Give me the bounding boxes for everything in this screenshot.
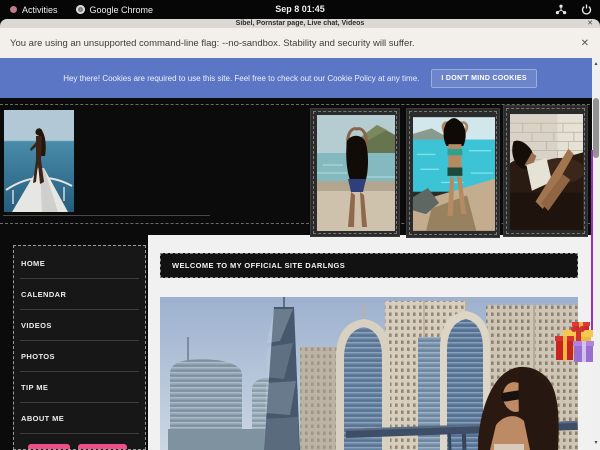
scrollbar-thumb[interactable] <box>593 98 599 158</box>
scrollbar[interactable]: ▴ ▾ <box>592 58 600 450</box>
sidebar-item-photos[interactable]: PHOTOS <box>20 341 139 372</box>
screen: Activities Google Chrome Sep 8 01:45 Sib… <box>0 0 600 450</box>
banner-photo-1[interactable] <box>310 108 400 237</box>
banner-photo-3[interactable] <box>503 105 588 237</box>
banner-divider <box>3 215 210 216</box>
clock[interactable]: Sep 8 01:45 <box>0 0 600 19</box>
sidebar-item-videos[interactable]: VIDEOS <box>20 310 139 341</box>
window-titlebar[interactable]: Sibel, Pornstar page, Live chat, Videos … <box>0 19 600 28</box>
join-button[interactable]: Join Me <box>78 444 127 450</box>
warning-message: You are using an unsupported command-lin… <box>10 38 415 49</box>
scrollbar-down-icon[interactable]: ▾ <box>592 439 600 447</box>
banner-photo-2[interactable] <box>406 108 500 238</box>
cookie-banner: Hey there! Cookies are required to use t… <box>0 58 600 98</box>
cookie-message: Hey there! Cookies are required to use t… <box>63 74 419 83</box>
gift-icon[interactable] <box>552 318 600 364</box>
banner-photo-boat <box>4 110 74 212</box>
window-close-icon[interactable]: ✕ <box>587 19 593 28</box>
sidebar-item-home[interactable]: HOME <box>20 246 139 279</box>
cookie-accept-button[interactable]: I DON'T MIND COOKIES <box>431 69 536 88</box>
warning-infobar: You are using an unsupported command-lin… <box>0 28 600 58</box>
couch-photo <box>510 112 583 232</box>
sidebar-item-calendar[interactable]: CALENDAR <box>20 279 139 310</box>
beach-heart-photo <box>317 115 395 231</box>
sea-standing-photo <box>413 115 495 233</box>
gnome-top-bar: Activities Google Chrome Sep 8 01:45 <box>0 0 600 19</box>
window-title: Sibel, Pornstar page, Live chat, Videos <box>0 19 600 28</box>
warning-close-icon[interactable]: ✕ <box>581 38 589 49</box>
welcome-banner: WELCOME TO MY OFFICIAL SITE DARLNGS <box>160 253 578 278</box>
sidebar-item-tip-me[interactable]: TIP ME <box>20 372 139 403</box>
login-button[interactable]: Login <box>28 444 70 450</box>
sidebar-item-about-me[interactable]: ABOUT ME <box>20 403 139 434</box>
hero-photo <box>160 297 578 450</box>
network-icon[interactable] <box>555 4 567 15</box>
gift-string <box>591 150 593 330</box>
sidebar-nav: HOME CALENDAR VIDEOS PHOTOS TIP ME ABOUT… <box>13 245 146 450</box>
scrollbar-up-icon[interactable]: ▴ <box>592 60 600 68</box>
power-icon[interactable] <box>581 4 592 15</box>
